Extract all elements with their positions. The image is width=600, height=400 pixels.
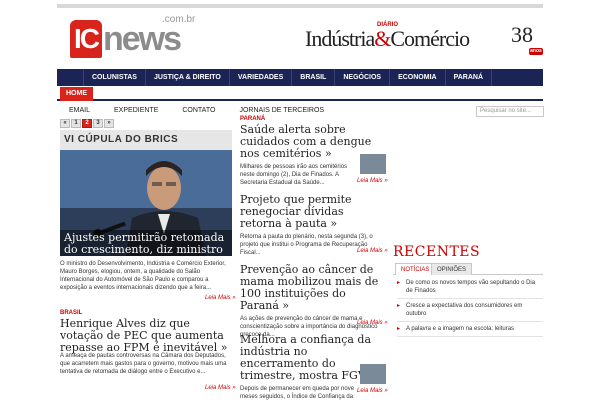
slider-caption[interactable]: Ajustes permitirão retomada do crescimen… (60, 230, 232, 256)
logo-ic: IC (70, 20, 102, 58)
tab-opinioes[interactable]: OPINIÕES (431, 263, 473, 275)
pager-1[interactable]: 1 (71, 119, 81, 128)
main-nav: COLUNISTAS JUSTIÇA & DIREITO VARIEDADES … (57, 69, 543, 86)
arrow-right-icon: ▸ (397, 303, 401, 309)
article-headline[interactable]: Projeto que permite renegociar dívidas r… (240, 194, 386, 230)
section-brasil[interactable]: BRASIL (60, 310, 82, 316)
article-thumbnail[interactable] (360, 364, 386, 384)
nav-parana[interactable]: PARANÁ (446, 69, 493, 86)
article-read-more[interactable]: Leia Mais » (357, 248, 388, 254)
brand-years: 38 (511, 22, 533, 47)
nav-brasil[interactable]: BRASIL (292, 69, 336, 86)
brand-amp: & (374, 26, 391, 51)
slider-pager: « 1 2 3 » (60, 119, 114, 128)
article-headline[interactable]: Prevenção ao câncer de mama mobilizou ma… (240, 264, 386, 312)
brasil-read-more[interactable]: Leia Mais » (205, 385, 236, 391)
pager-2[interactable]: 2 (82, 119, 92, 128)
nav-colunistas[interactable]: COLUNISTAS (84, 69, 146, 86)
brand-name-b: Comércio (390, 26, 470, 51)
nav-negocios[interactable]: NEGÓCIOS (335, 69, 391, 86)
brand-name-a: Indústria (305, 26, 375, 51)
list-item[interactable]: ▸ De como os novos tempos vão sepultando … (397, 279, 543, 299)
nav-economia[interactable]: ECONOMIA (390, 69, 446, 86)
nav-variedades[interactable]: VARIEDADES (230, 69, 293, 86)
tab-noticias[interactable]: NOTÍCIAS (395, 263, 436, 275)
dci-brand[interactable]: DIÁRIO Indústria&Comércio 38 anos (305, 22, 545, 58)
pager-3[interactable]: 3 (93, 119, 103, 128)
article-read-more[interactable]: Leia Mais » (357, 178, 388, 184)
nav-spacer (57, 69, 84, 86)
article-thumbnail[interactable] (360, 154, 386, 174)
slider-banner: VI CÚPULA DO BRICS (60, 130, 232, 150)
list-item-label: Cresce a expectativa dos consumidores em… (406, 303, 523, 317)
list-item[interactable]: ▸ A palavra e a imagem na escola: leitura… (397, 325, 543, 337)
home-tab[interactable]: HOME (60, 87, 93, 101)
nav-justica-direito[interactable]: JUSTIÇA & DIREITO (146, 69, 230, 86)
brand-name: Indústria&Comércio (305, 26, 470, 52)
article-read-more[interactable]: Leia Mais » (357, 388, 388, 394)
recentes-tabs: NOTÍCIAS OPINIÕES (393, 263, 543, 275)
list-item-label: A palavra e a imagem na escola: leituras (406, 326, 515, 332)
pager-next[interactable]: » (104, 119, 114, 128)
subnav-contato[interactable]: CONTATO (170, 105, 227, 117)
parana-article-3: Prevenção ao câncer de mama mobilizou ma… (240, 264, 386, 339)
slider-photo[interactable]: VI CÚPULA DO BRICS Ajustes permitirão re… (60, 130, 232, 256)
recentes-title: RECENTES (393, 244, 481, 260)
subnav-email[interactable]: EMAIL (57, 105, 102, 117)
list-item[interactable]: ▸ Cresce a expectativa dos consumidores e… (397, 302, 543, 322)
section-parana[interactable]: PARANÁ (240, 116, 265, 122)
logo-domain: .com.br (162, 14, 196, 25)
subnav-expediente[interactable]: EXPEDIENTE (102, 105, 170, 117)
brasil-text: A ameaça de pautas controversas na Câmar… (60, 353, 227, 375)
icnews-logo[interactable]: IC news .com.br (70, 14, 200, 62)
arrow-right-icon: ▸ (397, 280, 401, 286)
recentes-list: ▸ De como os novos tempos vão sepultando … (397, 279, 543, 340)
brasil-headline[interactable]: Henrique Alves diz que votação de PEC qu… (60, 318, 234, 354)
search-input[interactable]: Pesquisar no site... (476, 106, 544, 117)
list-item-label: De como os novos tempos vão sepultando o… (406, 280, 536, 294)
slider-text: O ministro do Desenvolvimento, Indústria… (60, 261, 226, 291)
arrow-right-icon: ▸ (397, 326, 401, 332)
pager-prev[interactable]: « (60, 119, 70, 128)
article-text: Depois de permanecer em queda por nove m… (240, 386, 355, 400)
top-bar (57, 4, 543, 8)
slider-read-more[interactable]: Leia Mais » (205, 295, 236, 301)
article-read-more[interactable]: Leia Mais » (357, 320, 388, 326)
home-bar: HOME (57, 86, 543, 101)
top-strip (0, 0, 600, 8)
article-text: Milhares de pessoas irão aos cemitérios … (240, 164, 348, 186)
logo-news: news (103, 20, 182, 58)
brand-anos-badge: anos (529, 48, 543, 55)
sub-nav: EMAIL EXPEDIENTE CONTATO JORNAIS DE TERC… (57, 105, 336, 117)
